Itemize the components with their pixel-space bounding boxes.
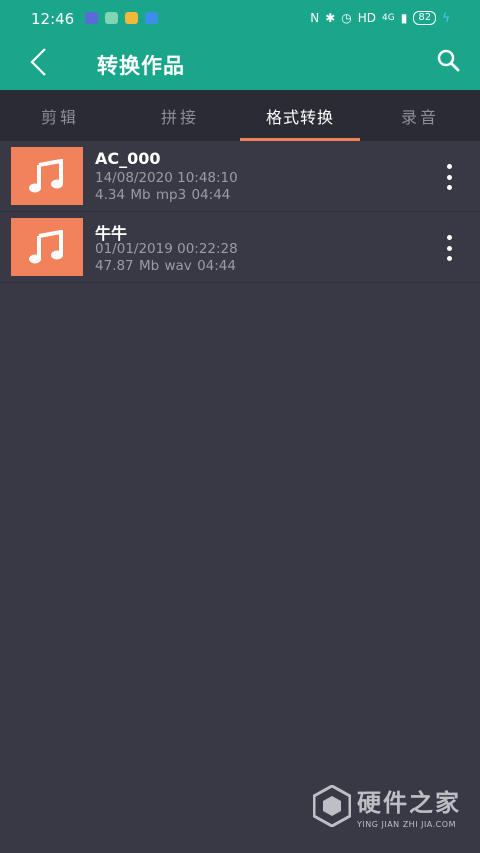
signal-icon: ▮ [400,11,408,25]
status-time: 12:46 [31,10,75,28]
watermark-title: 硬件之家 [357,789,461,817]
more-vert-icon [446,235,452,240]
tab-format-convert[interactable]: 格式转换 [240,90,360,141]
file-meta: 4.34 Mb mp3 04:44 [95,187,230,203]
file-date: 14/08/2020 10:48:10 [95,170,238,186]
watermark-subtitle: YING JIAN ZHI JIA.COM [357,820,456,829]
tab-merge[interactable]: 拼接 [120,90,240,141]
list-item[interactable]: 牛牛 01/01/2019 00:22:28 47.87 Mb wav 04:4… [0,212,480,283]
tab-bar: 剪辑 拼接 格式转换 录音 [0,90,480,141]
status-indicators: N ✱ ◷ HD 4G ▮ 82 ϟ [310,11,450,25]
nfc-icon: N [310,11,320,25]
music-note-icon [29,159,63,193]
file-format: mp3 [155,187,187,203]
music-note-icon [29,230,63,264]
file-duration: 04:44 [197,258,236,274]
watermark: 硬件之家 YING JIAN ZHI JIA.COM [313,783,461,829]
battery-icon: 82 [413,11,437,25]
app-bar: 转换作品 [0,37,480,90]
file-duration: 04:44 [191,187,231,203]
page-title: 转换作品 [97,54,185,78]
file-date: 01/01/2019 00:22:28 [95,241,238,257]
file-size: 47.87 Mb [95,258,160,274]
charging-icon: ϟ [442,11,450,25]
bluetooth-icon: ✱ [325,11,336,25]
notification-app-icon [85,12,98,24]
more-options-button[interactable] [438,163,460,191]
search-icon [437,49,460,72]
more-vert-icon [446,164,452,169]
android-notification-icon [145,12,158,24]
phone-notification-icon [105,12,118,24]
audio-thumbnail [11,218,83,276]
message-notification-icon [125,12,138,24]
list-item[interactable]: AC_000 14/08/2020 10:48:10 4.34 Mb mp3 0… [0,141,480,212]
tab-edit[interactable]: 剪辑 [0,90,120,141]
file-meta: 47.87 Mb wav 04:44 [95,258,236,274]
notification-icons [85,12,158,24]
file-list: AC_000 14/08/2020 10:48:10 4.34 Mb mp3 0… [0,141,480,283]
tab-record[interactable]: 录音 [360,90,480,141]
file-format: wav [164,258,192,274]
audio-thumbnail [11,147,83,205]
more-options-button[interactable] [438,234,460,262]
file-name: AC_000 [95,149,161,168]
status-bar: 12:46 N ✱ ◷ HD 4G ▮ 82 ϟ [0,0,480,37]
alarm-icon: ◷ [341,11,352,25]
watermark-logo-icon [313,785,351,827]
file-size: 4.34 Mb [95,187,151,203]
back-button[interactable] [22,45,56,79]
network-label: 4G [382,13,395,23]
back-arrow-icon [30,48,46,76]
search-button[interactable] [434,46,462,74]
hd-label: HD [357,11,377,25]
